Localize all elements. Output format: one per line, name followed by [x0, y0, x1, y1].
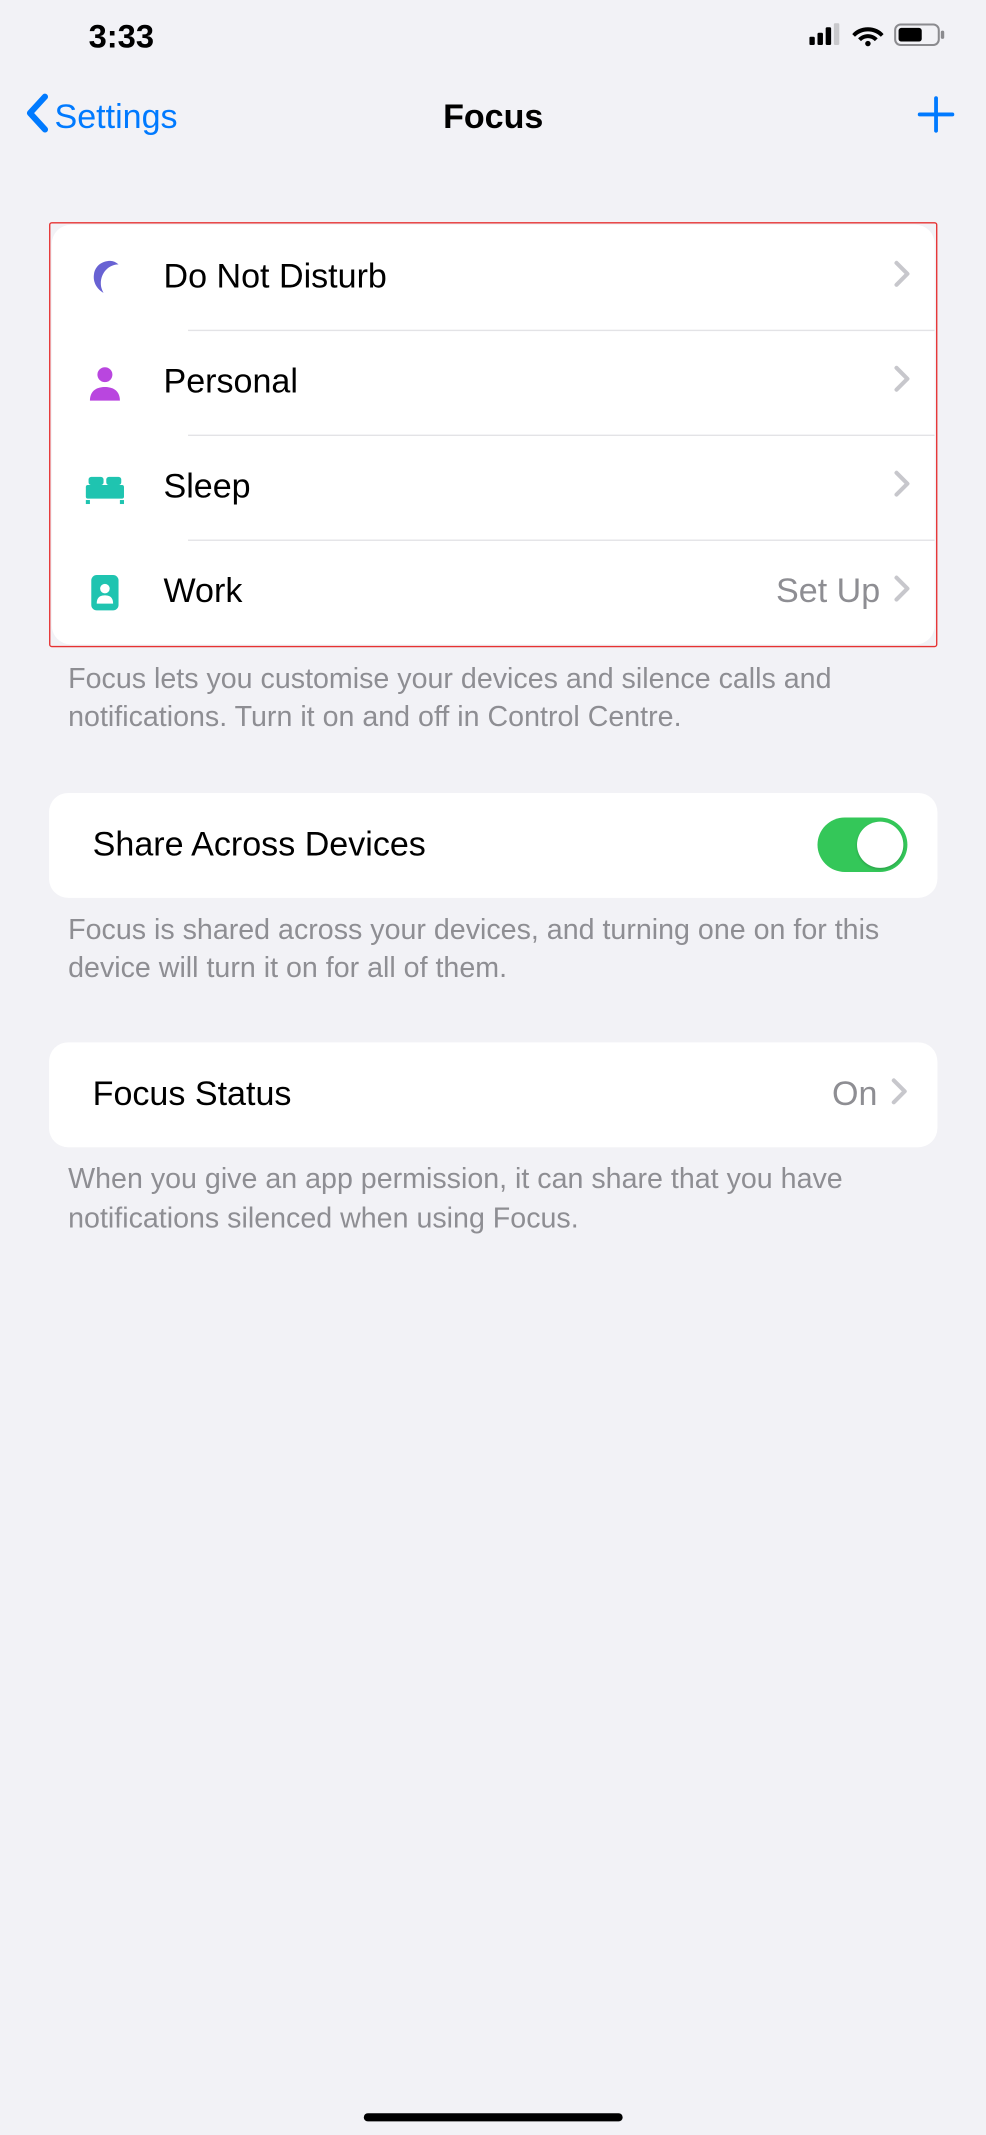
focus-modes-footer: Focus lets you customise your devices an…	[49, 647, 937, 738]
chevron-right-icon	[894, 365, 910, 399]
focus-status-row[interactable]: Focus Status On	[49, 1043, 937, 1148]
home-indicator[interactable]	[364, 2113, 623, 2121]
focus-modes-list: Do Not Disturb Personal	[52, 225, 935, 645]
status-time: 3:33	[89, 18, 154, 56]
focus-status-footer: When you give an app permission, it can …	[49, 1148, 937, 1239]
list-item-label: Do Not Disturb	[164, 258, 894, 298]
nav-bar: Settings Focus	[0, 75, 986, 159]
list-item-work[interactable]: Work Set Up	[52, 540, 935, 645]
battery-icon	[894, 22, 946, 52]
share-across-devices-row: Share Across Devices	[49, 793, 937, 898]
chevron-right-icon	[894, 470, 910, 504]
page-title: Focus	[443, 97, 543, 137]
share-group: Share Across Devices	[49, 793, 937, 898]
share-footer: Focus is shared across your devices, and…	[49, 897, 937, 988]
focus-modes-highlight: Do Not Disturb Personal	[49, 222, 937, 647]
list-item-personal[interactable]: Personal	[52, 330, 935, 435]
badge-icon	[71, 572, 139, 613]
list-item-value: Set Up	[776, 572, 880, 612]
person-icon	[71, 363, 139, 401]
list-item-label: Sleep	[164, 467, 894, 507]
list-item-sleep[interactable]: Sleep	[52, 435, 935, 540]
focus-status-value: On	[832, 1076, 877, 1116]
status-bar: 3:33	[0, 0, 986, 75]
list-item-label: Personal	[164, 362, 894, 402]
list-item-do-not-disturb[interactable]: Do Not Disturb	[52, 225, 935, 330]
chevron-left-icon	[25, 92, 50, 142]
share-toggle[interactable]	[818, 818, 908, 873]
chevron-right-icon	[891, 1078, 907, 1112]
focus-status-label: Focus Status	[93, 1076, 832, 1116]
cellular-icon	[809, 23, 842, 52]
chevron-right-icon	[894, 260, 910, 294]
share-label: Share Across Devices	[93, 825, 818, 865]
list-item-label: Work	[164, 572, 777, 612]
add-button[interactable]	[916, 93, 957, 141]
chevron-right-icon	[894, 575, 910, 609]
back-button[interactable]: Settings	[25, 92, 178, 142]
focus-status-group: Focus Status On	[49, 1043, 937, 1148]
status-icons	[809, 22, 945, 52]
switch-knob	[857, 822, 903, 868]
wifi-icon	[852, 22, 885, 52]
moon-icon	[71, 257, 139, 298]
back-label: Settings	[55, 97, 178, 137]
bed-icon	[71, 471, 139, 504]
